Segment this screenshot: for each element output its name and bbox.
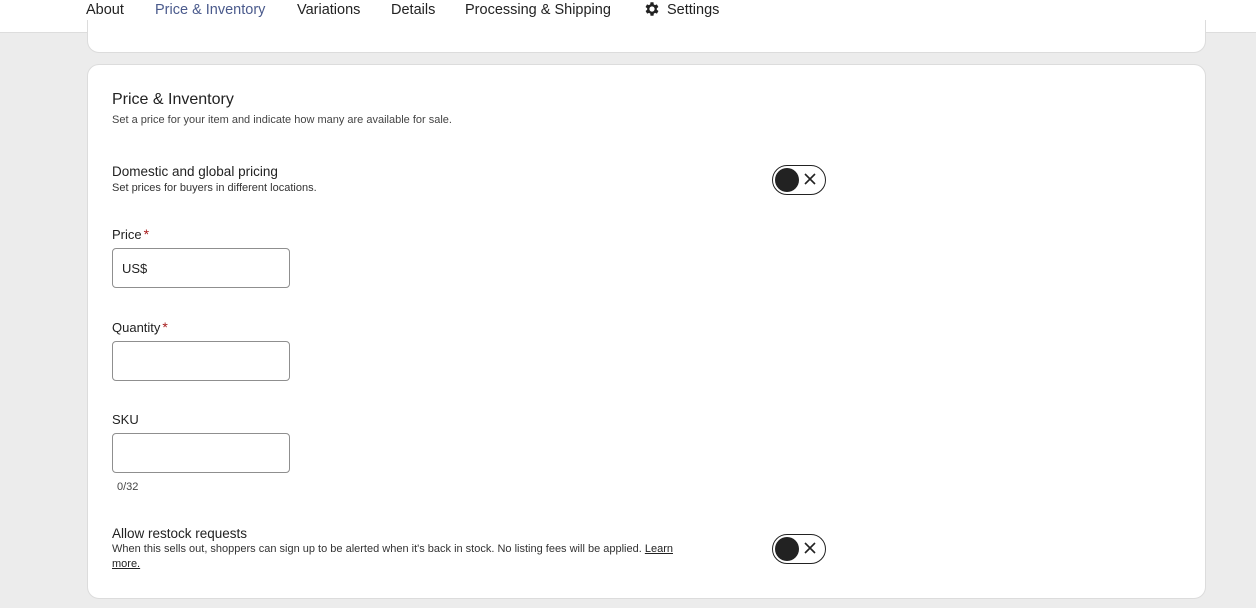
- price-label: Price *: [112, 226, 150, 242]
- quantity-label: Quantity *: [112, 319, 168, 335]
- learn-more-link-continued[interactable]: more.: [112, 558, 140, 570]
- required-mark: *: [143, 226, 150, 242]
- learn-more-link[interactable]: Learn: [645, 543, 673, 555]
- tab-settings-label: Settings: [667, 2, 720, 18]
- price-inventory-card: Price & Inventory Set a price for your i…: [87, 64, 1206, 599]
- sku-field[interactable]: [112, 433, 290, 473]
- close-icon: [802, 170, 818, 188]
- section-title: Price & Inventory: [112, 91, 234, 108]
- required-mark: *: [162, 319, 168, 335]
- toggle-knob: [775, 537, 799, 561]
- sku-char-counter: 0/32: [117, 481, 139, 493]
- close-icon: [802, 539, 818, 557]
- quantity-field[interactable]: [112, 341, 290, 381]
- global-pricing-toggle[interactable]: [772, 165, 826, 195]
- global-pricing-subtitle: Set prices for buyers in different locat…: [112, 182, 317, 194]
- gear-icon: [643, 0, 661, 18]
- previous-section-card: [87, 20, 1206, 53]
- restock-toggle[interactable]: [772, 534, 826, 564]
- currency-prefix: US$: [122, 260, 148, 276]
- price-field[interactable]: US$: [112, 248, 290, 288]
- section-subtitle: Set a price for your item and indicate h…: [112, 114, 452, 126]
- global-pricing-title: Domestic and global pricing: [112, 164, 278, 179]
- restock-title: Allow restock requests: [112, 526, 248, 541]
- toggle-knob: [775, 168, 799, 192]
- sku-input[interactable]: [122, 445, 280, 461]
- restock-subtitle: When this sells out, shoppers can sign u…: [112, 543, 673, 570]
- price-input[interactable]: [151, 260, 280, 276]
- quantity-input[interactable]: [122, 353, 280, 369]
- sku-label: SKU: [112, 412, 139, 427]
